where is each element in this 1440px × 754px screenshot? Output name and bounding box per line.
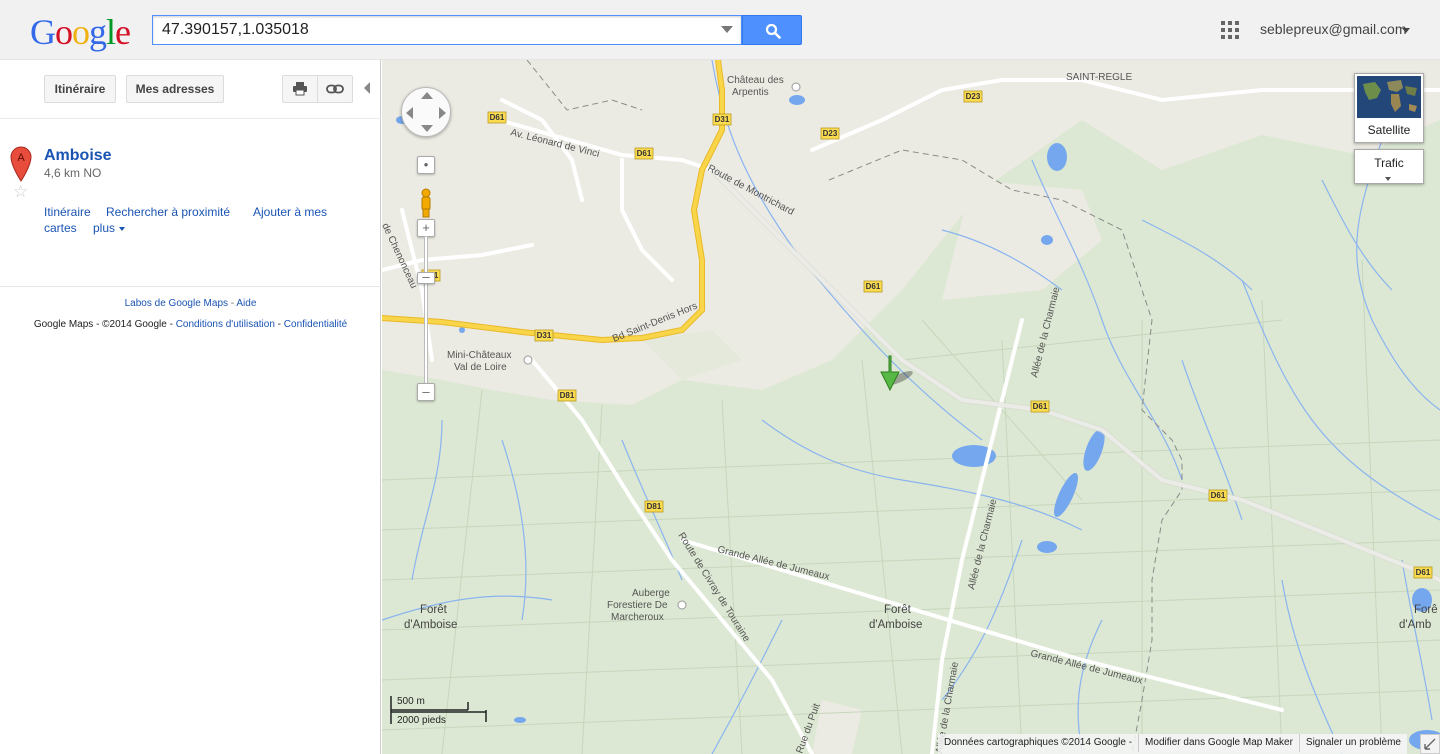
labs-link[interactable]: Labos de Google Maps xyxy=(125,298,228,309)
link-button[interactable] xyxy=(317,75,353,103)
star-icon[interactable]: ☆ xyxy=(13,183,28,201)
map-canvas[interactable]: Château des Arpentis SAINT-REGLE Av. Léo… xyxy=(382,60,1440,754)
zoom-slider-track[interactable] xyxy=(424,236,428,384)
svg-text:A: A xyxy=(17,152,25,164)
zoom-slider-handle[interactable]: – xyxy=(417,270,435,284)
add-to-maps-link-cont[interactable]: cartes xyxy=(44,221,77,235)
satellite-label: Satellite xyxy=(1367,123,1411,137)
svg-text:D61: D61 xyxy=(490,113,505,122)
satellite-toggle[interactable]: Satellite xyxy=(1354,73,1424,143)
traffic-toggle[interactable]: Trafic xyxy=(1354,149,1424,184)
more-caret-icon[interactable] xyxy=(119,227,125,231)
terms-link[interactable]: Conditions d'utilisation xyxy=(176,319,275,330)
svg-text:D81: D81 xyxy=(560,391,575,400)
collapse-arrow-icon[interactable] xyxy=(364,82,370,94)
satellite-thumbnail xyxy=(1357,76,1421,118)
divider xyxy=(0,286,381,287)
zoom-out-button[interactable]: – xyxy=(417,383,435,401)
svg-text:Forêt: Forêt xyxy=(420,604,448,616)
svg-text:Forê: Forê xyxy=(1414,604,1438,616)
svg-text:Val de Loire: Val de Loire xyxy=(454,362,507,373)
svg-text:Arpentis: Arpentis xyxy=(732,87,769,98)
svg-text:SAINT-REGLE: SAINT-REGLE xyxy=(1066,72,1132,83)
account-caret-icon[interactable] xyxy=(1402,28,1410,33)
svg-text:D61: D61 xyxy=(1211,491,1226,500)
svg-text:D61: D61 xyxy=(637,149,652,158)
privacy-link[interactable]: Confidentialité xyxy=(284,319,347,330)
scale-metric: 500 m xyxy=(397,696,425,707)
svg-text:D31: D31 xyxy=(715,115,730,124)
google-logo[interactable]: Google xyxy=(30,12,131,52)
pegman-icon[interactable] xyxy=(419,188,433,218)
svg-text:Mini-Châteaux: Mini-Châteaux xyxy=(447,350,511,361)
expand-corner-icon[interactable] xyxy=(1420,734,1440,754)
search-nearby-link[interactable]: Rechercher à proximité xyxy=(106,205,230,219)
center-location-button[interactable]: • xyxy=(417,156,435,174)
map-data-attribution: Données cartographiques ©2014 Google - xyxy=(944,737,1133,748)
zoom-in-button[interactable]: + xyxy=(417,219,435,237)
help-link[interactable]: Aide xyxy=(236,298,256,309)
svg-text:Marcheroux: Marcheroux xyxy=(611,612,664,623)
search-icon xyxy=(765,23,781,39)
account-email[interactable]: seblepreux@gmail.com xyxy=(1260,21,1407,37)
traffic-label: Trafic xyxy=(1374,156,1404,170)
search-input[interactable] xyxy=(153,16,713,44)
itinerary-button[interactable]: Itinéraire xyxy=(44,75,116,103)
pan-down-icon[interactable] xyxy=(421,125,433,132)
pan-control[interactable] xyxy=(401,87,451,137)
traffic-caret-icon[interactable] xyxy=(1385,177,1391,181)
search-box xyxy=(152,15,742,45)
footer-copyright: Google Maps - ©2014 Google - Conditions … xyxy=(0,319,381,330)
edit-map-maker-link[interactable]: Modifier dans Google Map Maker xyxy=(1138,734,1299,752)
add-to-maps-link[interactable]: Ajouter à mes xyxy=(253,205,327,219)
svg-text:Auberge: Auberge xyxy=(632,588,670,599)
svg-text:D31: D31 xyxy=(537,331,552,340)
svg-text:Forêt: Forêt xyxy=(884,604,912,616)
grid-icon[interactable] xyxy=(1221,21,1239,39)
map-tiles[interactable]: Château des Arpentis SAINT-REGLE Av. Léo… xyxy=(382,60,1440,754)
left-panel: Itinéraire Mes adresses A ☆ Amboise 4,6 … xyxy=(0,60,381,754)
pan-right-icon[interactable] xyxy=(439,107,446,119)
divider xyxy=(0,118,381,119)
top-bar: Google seblepreux@gmail.com xyxy=(0,0,1440,60)
report-problem-link[interactable]: Signaler un problème xyxy=(1298,734,1407,752)
footer-links: Labos de Google Maps - Aide xyxy=(0,298,381,309)
svg-text:D23: D23 xyxy=(823,129,838,138)
place-name[interactable]: Amboise xyxy=(44,147,112,165)
pan-up-icon[interactable] xyxy=(421,92,433,99)
pan-left-icon[interactable] xyxy=(406,107,413,119)
search-button[interactable] xyxy=(742,15,802,45)
result-itinerary-link[interactable]: Itinéraire xyxy=(44,205,91,219)
svg-text:d'Amboise: d'Amboise xyxy=(869,619,922,631)
place-distance: 4,6 km NO xyxy=(44,166,102,180)
my-places-button[interactable]: Mes adresses xyxy=(126,75,224,103)
link-icon xyxy=(326,84,344,94)
search-dropdown-icon[interactable] xyxy=(721,26,733,33)
copyright-text: Google Maps - ©2014 Google - xyxy=(33,319,176,330)
svg-text:D23: D23 xyxy=(966,92,981,101)
svg-text:Forestiere De: Forestiere De xyxy=(607,600,668,611)
svg-text:D61: D61 xyxy=(1033,402,1048,411)
more-link[interactable]: plus xyxy=(93,221,115,235)
marker-a-icon[interactable]: A xyxy=(10,146,32,182)
scale-imperial: 2000 pieds xyxy=(397,715,446,726)
attribution-bar: Données cartographiques ©2014 Google - Mo… xyxy=(938,734,1407,754)
svg-text:D61: D61 xyxy=(1416,568,1431,577)
svg-text:Château des: Château des xyxy=(727,75,784,86)
svg-text:d'Amboise: d'Amboise xyxy=(404,619,457,631)
footer-separator: - xyxy=(274,319,284,330)
svg-text:D61: D61 xyxy=(866,282,881,291)
svg-text:D81: D81 xyxy=(647,502,662,511)
print-button[interactable] xyxy=(282,75,318,103)
svg-text:d'Amb: d'Amb xyxy=(1399,619,1431,631)
printer-icon xyxy=(293,82,307,96)
